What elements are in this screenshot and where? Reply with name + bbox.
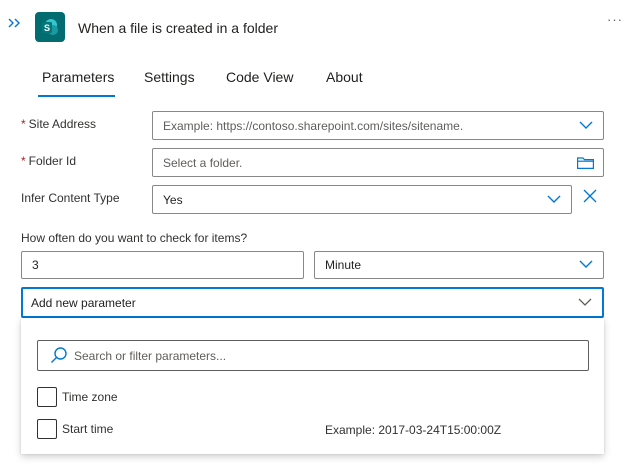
folder-icon[interactable] xyxy=(577,156,594,169)
active-tab-indicator xyxy=(38,95,115,97)
tab-settings[interactable]: Settings xyxy=(144,69,195,85)
start-time-example: Example: 2017-03-24T15:00:00Z xyxy=(325,423,502,437)
frequency-dropdown[interactable]: Minute xyxy=(314,251,604,279)
infer-content-type-value: Yes xyxy=(163,192,183,207)
parameter-search-input[interactable]: Search or filter parameters... xyxy=(37,340,589,371)
frequency-value: Minute xyxy=(325,258,362,272)
time-zone-checkbox[interactable] xyxy=(37,387,57,407)
time-zone-label: Time zone xyxy=(62,390,118,404)
chevron-down-icon xyxy=(579,121,593,129)
sharepoint-icon: S xyxy=(35,12,65,42)
infer-content-type-label: Infer Content Type xyxy=(21,191,120,205)
required-marker: * xyxy=(21,117,26,131)
start-time-label: Start time xyxy=(62,422,114,436)
recurrence-question: How often do you want to check for items… xyxy=(21,231,248,245)
tab-parameters[interactable]: Parameters xyxy=(42,69,114,85)
site-address-label: * Site Address xyxy=(21,117,96,131)
site-address-placeholder: Example: https://contoso.sharepoint.com/… xyxy=(163,118,464,133)
infer-content-type-dropdown[interactable]: Yes xyxy=(152,185,572,214)
chevron-down-icon xyxy=(578,298,592,306)
parameter-search-placeholder: Search or filter parameters... xyxy=(74,348,227,363)
add-new-parameter-dropdown[interactable]: Add new parameter xyxy=(21,287,604,318)
chevron-down-icon xyxy=(579,260,593,268)
collapse-icon[interactable] xyxy=(6,15,24,31)
required-marker: * xyxy=(21,154,26,168)
more-icon[interactable]: ··· xyxy=(607,12,623,27)
tab-code-view[interactable]: Code View xyxy=(226,69,293,85)
folder-id-placeholder: Select a folder. xyxy=(163,155,243,170)
sharepoint-icon-letter: S xyxy=(44,23,50,33)
chevron-down-icon xyxy=(547,195,561,203)
folder-id-label: * Folder Id xyxy=(21,154,76,168)
start-time-checkbox[interactable] xyxy=(37,419,57,439)
add-new-parameter-label: Add new parameter xyxy=(31,295,136,310)
tab-about[interactable]: About xyxy=(326,69,363,85)
site-address-dropdown[interactable]: Example: https://contoso.sharepoint.com/… xyxy=(152,111,604,140)
trigger-title: When a file is created in a folder xyxy=(78,20,278,36)
interval-value: 3 xyxy=(32,258,39,272)
site-address-label-text: Site Address xyxy=(28,117,97,131)
clear-icon[interactable] xyxy=(583,189,597,203)
search-icon xyxy=(51,347,67,363)
folder-id-picker[interactable]: Select a folder. xyxy=(152,148,604,177)
folder-id-label-text: Folder Id xyxy=(28,154,77,168)
interval-input[interactable]: 3 xyxy=(21,251,304,279)
